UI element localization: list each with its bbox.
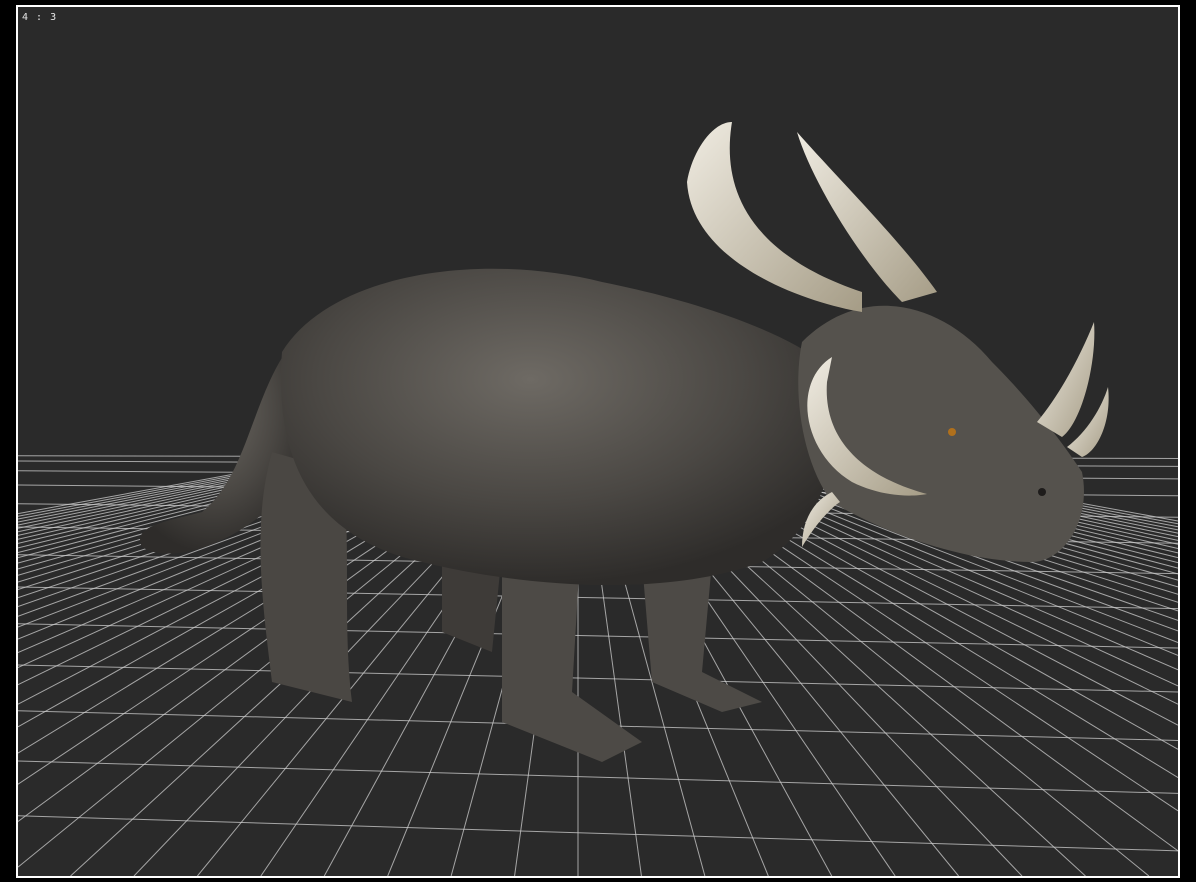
eye <box>948 428 956 436</box>
head <box>798 305 1084 562</box>
3d-viewport[interactable]: 4 : 3 <box>16 5 1180 878</box>
dinosaur-model[interactable] <box>18 7 1178 876</box>
body <box>280 268 836 586</box>
aspect-ratio-label: 4 : 3 <box>22 12 58 23</box>
horn <box>1037 322 1095 437</box>
nostril <box>1038 488 1046 496</box>
front-leg <box>642 562 762 712</box>
horn <box>687 122 862 312</box>
